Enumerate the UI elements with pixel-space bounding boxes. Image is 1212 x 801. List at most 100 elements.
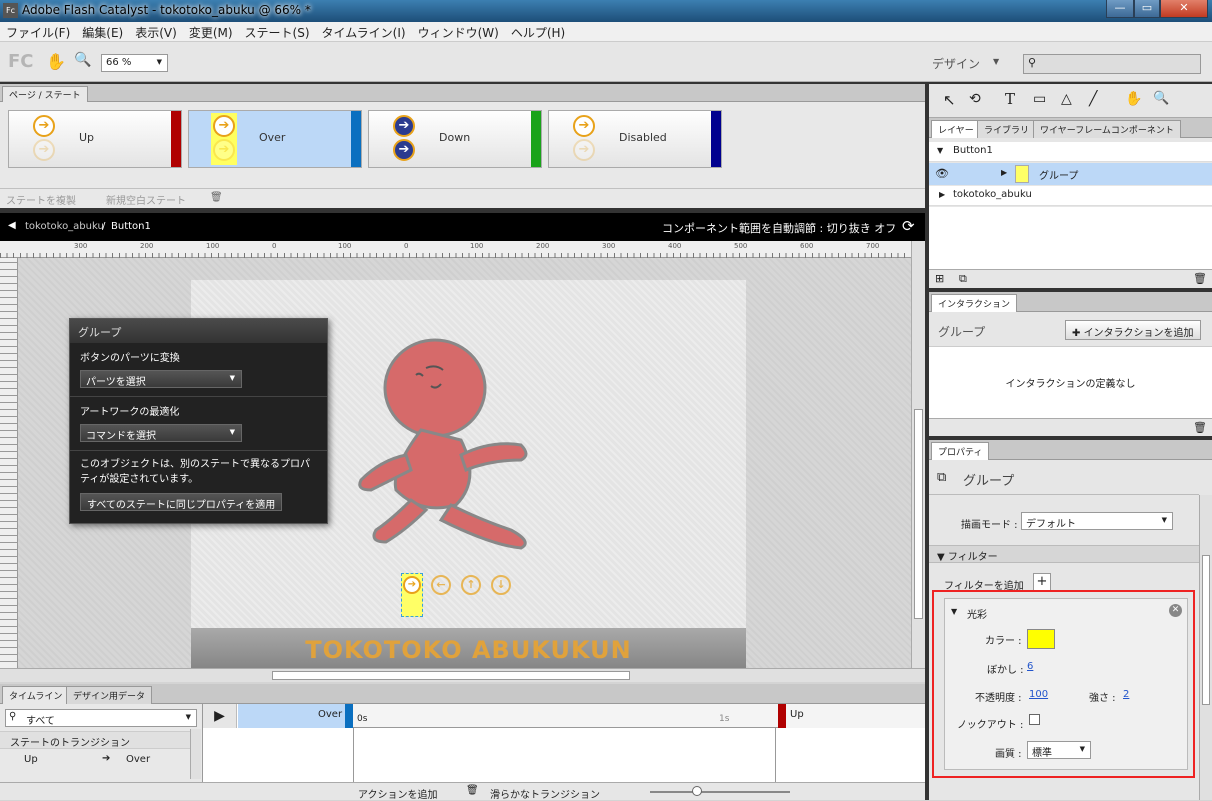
refresh-icon[interactable]: ⟳ <box>902 217 915 235</box>
hand-icon[interactable]: ✋ <box>46 52 66 71</box>
transition-row[interactable]: Up ➔ Over <box>0 750 190 770</box>
trash-icon[interactable]: 🗑 <box>210 192 223 203</box>
expand-icon[interactable]: ▶ <box>939 190 945 199</box>
hand-icon[interactable]: ✋ <box>1125 91 1142 107</box>
state-color-bar <box>778 704 786 728</box>
properties-scrollbar[interactable] <box>1199 495 1212 800</box>
state-up[interactable]: ➔ ➔ Up <box>8 110 182 168</box>
from-state-track: Over <box>238 704 353 728</box>
scroll-thumb[interactable] <box>914 409 923 619</box>
new-sublayer-icon[interactable]: ⧉ <box>959 272 967 286</box>
apply-all-states-button[interactable]: すべてのステートに同じプロパティを適用 <box>80 493 283 511</box>
rectangle-icon[interactable]: ▭ <box>1033 91 1046 107</box>
menu-help[interactable]: ヘルプ(H) <box>505 22 571 41</box>
tab-properties[interactable]: プロパティ <box>931 442 990 460</box>
eye-icon[interactable]: 👁 <box>935 167 949 180</box>
menu-timeline[interactable]: タイムライン(I) <box>316 22 412 41</box>
triangle-icon[interactable]: △ <box>1061 91 1072 107</box>
close-button[interactable]: ✕ <box>1160 0 1208 18</box>
transition-filter[interactable]: すべて <box>5 709 197 727</box>
filters-section-header[interactable]: ▼ フィルター <box>929 545 1199 563</box>
zoom-icon[interactable]: 🔍 <box>1153 91 1169 106</box>
timeline-tracks[interactable]: ▶ Over 0s 1s Up <box>202 704 927 782</box>
zoom-select[interactable]: 66 % <box>101 54 168 72</box>
highlight-box <box>932 590 1195 778</box>
smooth-transition-button[interactable]: 滑らかなトランジション <box>490 786 600 801</box>
optimize-select[interactable]: コマンドを選択 <box>80 424 242 442</box>
new-blank-state-button[interactable]: 新規空白ステート <box>106 192 186 207</box>
menu-modify[interactable]: 変更(M) <box>183 22 239 41</box>
group-icon: ⧉ <box>937 470 947 485</box>
zoom-slider[interactable] <box>650 786 790 796</box>
state-down[interactable]: ➔ ➔ Down <box>368 110 542 168</box>
play-icon[interactable]: ▶ <box>203 704 237 728</box>
breadcrumb-root[interactable]: tokotoko_abuku <box>25 221 104 232</box>
tab-library[interactable]: ライブラリ <box>977 120 1037 138</box>
slider-handle[interactable] <box>692 786 702 796</box>
canvas-horizontal-scrollbar[interactable] <box>0 668 925 682</box>
selected-button-group[interactable]: ➔ <box>401 573 423 617</box>
trash-icon[interactable]: 🗑 <box>466 785 479 796</box>
hud-title: グループ <box>70 319 327 343</box>
arrow-right-icon: ➔ <box>403 576 421 594</box>
search-icon: ⚲ <box>1028 56 1037 69</box>
horizontal-ruler: 300 200 100 0 100 0 100 200 300 400 500 … <box>0 241 911 258</box>
ruler-tick: 400 <box>668 242 682 250</box>
add-filter-button[interactable]: + <box>1033 573 1051 591</box>
states-panel: ➔ ➔ Up ➔ ➔ Over ➔ ➔ Down ➔ ➔ Disabled <box>0 102 926 188</box>
transitions-scrollbar[interactable] <box>190 729 201 779</box>
line-icon[interactable]: ╱ <box>1089 91 1097 107</box>
tab-pages-states[interactable]: ページ / ステート <box>2 86 88 102</box>
collapse-icon[interactable]: ▼ <box>937 146 943 155</box>
trash-icon[interactable]: 🗑 <box>1193 272 1207 285</box>
filter-value: すべて <box>26 716 55 727</box>
layer-row-selected[interactable]: 👁 ▶ グループ <box>929 163 1212 185</box>
state-thumb: ➔ ➔ <box>211 113 237 165</box>
tab-wireframe-components[interactable]: ワイヤーフレームコンポーネント <box>1033 120 1181 138</box>
workspace-select[interactable]: デザイン <box>932 55 980 72</box>
transitions-section-header[interactable]: ステートのトランジション <box>0 731 200 749</box>
menu-file[interactable]: ファイル(F) <box>0 22 76 41</box>
tab-timeline[interactable]: タイムライン <box>2 686 70 704</box>
convert-select[interactable]: パーツを選択 <box>80 370 242 388</box>
layer-row[interactable]: ▼ Button1 <box>929 142 1212 162</box>
layers-empty-area <box>929 207 1212 269</box>
back-icon[interactable]: ◀ <box>8 220 16 231</box>
expand-icon[interactable]: ▶ <box>1001 168 1007 177</box>
tab-design-data[interactable]: デザイン用データ <box>66 686 153 704</box>
tab-layers[interactable]: レイヤー <box>931 120 981 138</box>
zoom-icon[interactable]: 🔍 <box>74 52 91 68</box>
menu-window[interactable]: ウィンドウ(W) <box>412 22 505 41</box>
layer-row[interactable]: ▶ tokotoko_abuku <box>929 186 1212 206</box>
chevron-down-icon[interactable]: ▼ <box>993 57 999 66</box>
state-over[interactable]: ➔ ➔ Over <box>188 110 362 168</box>
menu-edit[interactable]: 編集(E) <box>76 22 129 41</box>
canvas-vertical-scrollbar[interactable] <box>911 241 925 668</box>
add-interaction-button[interactable]: ✚ インタラクションを追加 <box>1065 320 1201 340</box>
menu-view[interactable]: 表示(V) <box>129 22 183 41</box>
scroll-thumb[interactable] <box>1202 555 1210 705</box>
rotate-icon[interactable]: ⟲ <box>969 91 981 107</box>
duplicate-state-button[interactable]: ステートを複製 <box>6 192 76 207</box>
auto-fit-status[interactable]: コンポーネント範囲を自動調節 : 切り抜き オフ <box>662 220 896 236</box>
ruler-tick: 200 <box>140 242 154 250</box>
minimize-button[interactable]: — <box>1106 0 1134 18</box>
scroll-thumb[interactable] <box>272 671 630 680</box>
selection-icon[interactable]: ↖ <box>943 91 956 109</box>
ruler-tick: 200 <box>536 242 550 250</box>
text-tool-icon[interactable]: T <box>1005 90 1015 108</box>
state-disabled[interactable]: ➔ ➔ Disabled <box>548 110 722 168</box>
layer-name: グループ <box>1039 171 1079 182</box>
search-input[interactable]: ⚲ <box>1023 54 1201 74</box>
trash-icon[interactable]: 🗑 <box>1193 421 1207 434</box>
ruler-tick: 600 <box>800 242 814 250</box>
maximize-button[interactable]: ▭ <box>1134 0 1160 18</box>
arrow-right-icon: ➔ <box>102 753 111 764</box>
tab-interactions[interactable]: インタラクション <box>931 294 1018 312</box>
add-action-button[interactable]: アクションを追加 <box>358 786 438 801</box>
blend-mode-select[interactable]: デフォルト <box>1021 512 1173 530</box>
from-state-label: Over <box>318 709 343 720</box>
new-layer-icon[interactable]: ⊞ <box>935 272 944 285</box>
state-thumb: ➔ ➔ <box>571 113 597 165</box>
menu-state[interactable]: ステート(S) <box>239 22 316 41</box>
